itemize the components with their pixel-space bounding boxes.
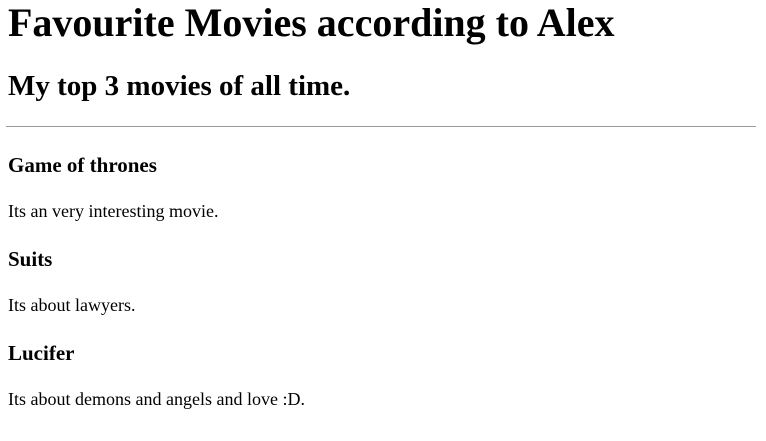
movie-description: Its an very interesting movie. (8, 201, 219, 221)
movie-list: Game of thrones Its an very interesting … (8, 152, 758, 410)
movie-item-suits: Suits Its about lawyers. (8, 246, 758, 316)
movie-title: Suits (8, 247, 53, 271)
movie-description: Its about demons and angels and love :D. (8, 389, 305, 409)
page-subtitle: My top 3 movies of all time. (8, 70, 351, 102)
movie-description: Its about lawyers. (8, 295, 136, 315)
divider (6, 126, 756, 127)
page: Favourite Movies according to Alex My to… (0, 0, 766, 441)
movie-title: Game of thrones (8, 153, 157, 177)
page-title: Favourite Movies according to Alex (8, 0, 615, 45)
movie-item-game-of-thrones: Game of thrones Its an very interesting … (8, 152, 758, 222)
movie-item-lucifer: Lucifer Its about demons and angels and … (8, 340, 758, 410)
movie-title: Lucifer (8, 341, 75, 365)
